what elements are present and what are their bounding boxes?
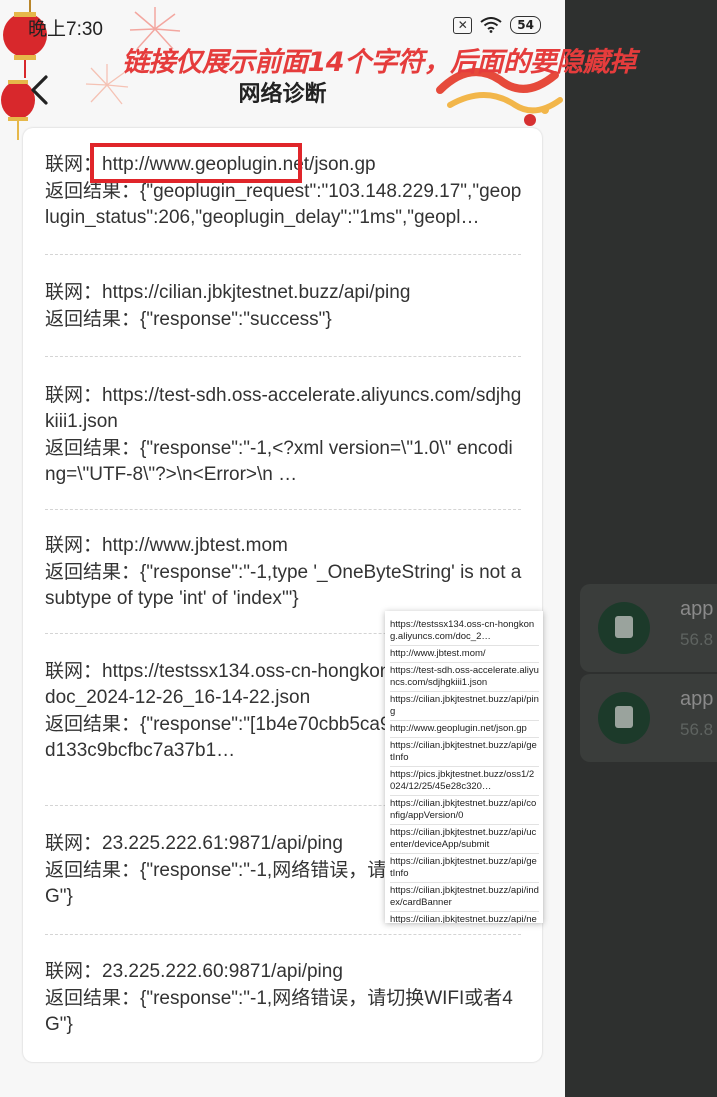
entry-result: {"response":"success"} [140,309,332,330]
request-log-item[interactable]: https://testssx134.oss-cn-hongkong.aliyu… [390,617,539,646]
request-log-item[interactable]: https://cilian.jbkjtestnet.buzz/api/getI… [390,738,539,767]
net-label: 联网： [45,281,103,303]
result-label: 返回结果： [45,561,141,583]
file-size: 56.8 [680,630,714,649]
divider [45,254,521,255]
request-log-item[interactable]: https://cilian.jbkjtestnet.buzz/api/conf… [390,796,539,825]
result-label: 返回结果： [45,859,141,881]
request-log-list: https://testssx134.oss-cn-hongkong.aliyu… [385,611,543,923]
diagnosis-entry: 联网：https://cilian.jbkjtestnet.buzz/api/p… [45,279,523,333]
battery-indicator: 54 [510,16,541,34]
net-label: 联网： [45,660,103,682]
entry-url: 23.225.222.61:9871/api/ping [102,833,343,854]
net-label: 联网： [45,534,103,556]
page-title: 网络诊断 [238,81,327,106]
net-label: 联网： [45,832,103,854]
request-log-popup[interactable]: https://testssx134.oss-cn-hongkong.aliyu… [385,611,543,923]
background-panel: app 56.8 app 56.8 [565,0,717,1097]
result-label: 返回结果： [45,713,141,735]
entry-url: https://test-sdh.oss-accelerate.aliyuncs… [45,385,522,432]
wifi-icon [480,17,502,33]
result-label: 返回结果： [45,308,141,330]
request-log-item[interactable]: http://www.geoplugin.net/json.gp [390,721,539,738]
result-label: 返回结果： [45,180,141,202]
entry-url: https://cilian.jbkjtestnet.buzz/api/ping [102,282,411,303]
file-icon [615,706,633,728]
request-log-item[interactable]: https://pics.jbkjtestnet.buzz/oss1/2024/… [390,767,539,796]
result-label: 返回结果： [45,437,141,459]
request-log-item[interactable]: https://cilian.jbkjtestnet.buzz/api/inde… [390,883,539,912]
divider [45,509,521,510]
notification-x-icon: ✕ [453,16,473,34]
background-file-card: app 56.8 [580,674,717,762]
divider [45,356,521,357]
entry-url: http://www.jbtest.mom [102,535,288,556]
file-title: app [680,598,714,620]
request-log-item[interactable]: https://cilian.jbkjtestnet.buzz/api/ucen… [390,825,539,854]
annotation-highlight-box [90,143,302,183]
status-time: 晚上7:30 [28,19,103,40]
status-icons: ✕ 54 [453,16,541,34]
divider [45,934,521,935]
diagnosis-entry: 联网：https://test-sdh.oss-accelerate.aliyu… [45,382,523,488]
request-log-item[interactable]: http://www.jbtest.mom/ [390,646,539,663]
background-file-card: app 56.8 [580,584,717,672]
request-log-item[interactable]: https://cilian.jbkjtestnet.buzz/api/news… [390,912,539,923]
file-title: app [680,688,714,710]
request-log-item[interactable]: https://test-sdh.oss-accelerate.aliyuncs… [390,663,539,692]
annotation-text: 链接仅展示前面14个字符，后面的要隐藏掉 [122,47,636,78]
diagnosis-entry: 联网：23.225.222.60:9871/api/ping 返回结果：{"re… [45,958,523,1038]
diagnosis-entry: 联网：http://www.jbtest.mom 返回结果：{"response… [45,532,523,612]
file-icon [615,616,633,638]
result-label: 返回结果： [45,987,141,1009]
net-label: 联网： [45,960,103,982]
file-size: 56.8 [680,720,714,739]
entry-url: 23.225.222.60:9871/api/ping [102,961,343,982]
request-log-item[interactable]: https://cilian.jbkjtestnet.buzz/api/getI… [390,854,539,883]
net-label: 联网： [45,384,103,406]
request-log-item[interactable]: https://cilian.jbkjtestnet.buzz/api/ping [390,692,539,721]
